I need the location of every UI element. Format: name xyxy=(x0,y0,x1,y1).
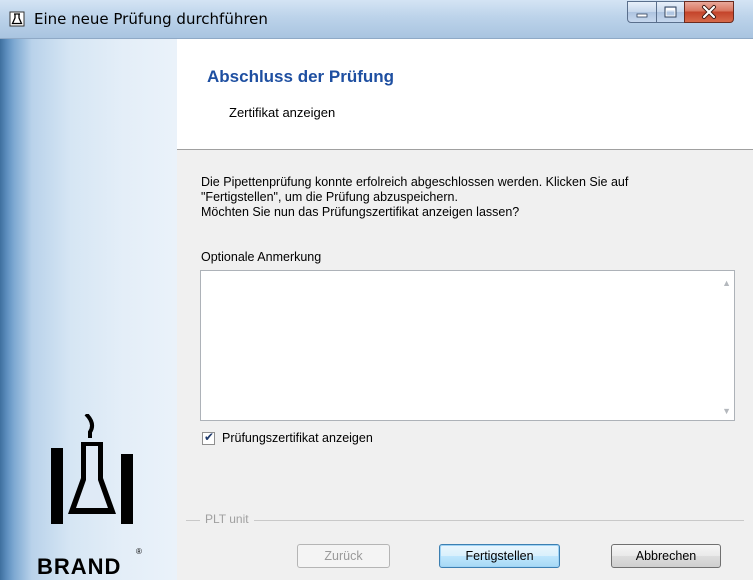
page-subtitle: Zertifikat anzeigen xyxy=(229,105,336,120)
description-line: Die Pipettenprüfung konnte erfolreich ab… xyxy=(201,175,629,189)
sidebar-panel: BRAND ® xyxy=(0,39,177,580)
registered-mark: ® xyxy=(136,547,142,556)
flask-icon xyxy=(9,11,25,27)
back-button[interactable]: Zurück xyxy=(297,544,390,568)
main-panel: Abschluss der Prüfung Zertifikat anzeige… xyxy=(177,39,753,580)
brand-flask-logo xyxy=(51,414,133,524)
description-line: Möchten Sie nun das Prüfungszertifikat a… xyxy=(201,205,520,219)
wizard-window: Eine neue Prüfung durchführen BRAND ® Ab… xyxy=(0,0,753,580)
description-text: Die Pipettenprüfung konnte erfolreich ab… xyxy=(201,175,731,220)
close-icon xyxy=(702,5,716,19)
wizard-header: Abschluss der Prüfung Zertifikat anzeige… xyxy=(177,39,753,150)
checkmark-icon: ✔ xyxy=(204,430,215,444)
certificate-checkbox[interactable]: ✔ xyxy=(202,430,215,445)
group-divider xyxy=(186,520,744,521)
maximize-icon xyxy=(664,6,677,18)
window-title: Eine neue Prüfung durchführen xyxy=(34,10,268,28)
finish-button[interactable]: Fertigstellen xyxy=(439,544,560,568)
note-textarea[interactable] xyxy=(200,270,735,421)
certificate-checkbox-label[interactable]: Prüfungszertifikat anzeigen xyxy=(222,431,373,445)
note-label: Optionale Anmerkung xyxy=(201,250,322,264)
close-button[interactable] xyxy=(684,1,734,23)
group-label: PLT unit xyxy=(200,512,254,526)
title-bar[interactable]: Eine neue Prüfung durchführen xyxy=(0,0,753,39)
cancel-button[interactable]: Abbrechen xyxy=(611,544,721,568)
brand-logo-text: BRAND xyxy=(37,554,122,579)
description-line: "Fertigstellen", um die Prüfung abzuspei… xyxy=(201,190,458,204)
minimize-button[interactable] xyxy=(627,1,657,23)
page-title: Abschluss der Prüfung xyxy=(207,67,395,86)
minimize-icon xyxy=(636,13,648,18)
maximize-button[interactable] xyxy=(656,1,685,23)
